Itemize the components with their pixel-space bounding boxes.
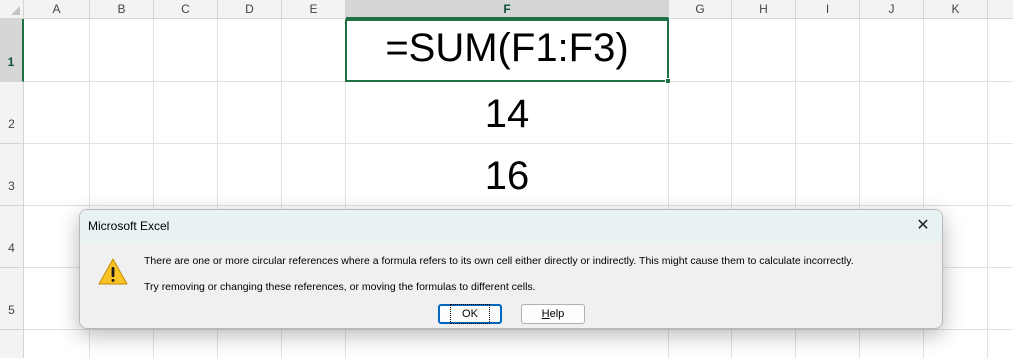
row-header-3[interactable]: 3: [0, 144, 24, 206]
row-header-2[interactable]: 2: [0, 82, 24, 144]
gridline: [24, 143, 1013, 144]
column-header-a[interactable]: A: [24, 0, 90, 19]
row-number: 1: [7, 55, 15, 69]
row-number: 4: [8, 241, 15, 255]
column-header-i[interactable]: I: [796, 0, 860, 19]
column-header-c[interactable]: C: [154, 0, 218, 19]
fill-handle[interactable]: [665, 78, 671, 84]
dialog-message-secondary: Try removing or changing these reference…: [144, 281, 536, 293]
row-number: 5: [8, 303, 15, 317]
cell-f3[interactable]: 16: [346, 154, 668, 199]
column-header-k[interactable]: K: [924, 0, 988, 19]
cell-f1[interactable]: =SUM(F1:F3): [346, 26, 668, 71]
gridline: [24, 329, 1013, 330]
dialog-titlebar[interactable]: Microsoft Excel ✕: [80, 210, 942, 242]
row-header-4[interactable]: 4: [0, 206, 24, 268]
cell-f2[interactable]: 14: [346, 92, 668, 137]
select-all-button[interactable]: [0, 0, 24, 19]
help-button-accesskey: H: [541, 308, 550, 320]
dialog-message-primary: There are one or more circular reference…: [144, 255, 854, 267]
row-header-6[interactable]: [0, 330, 24, 358]
column-header-h[interactable]: H: [732, 0, 796, 19]
column-header-j[interactable]: J: [860, 0, 924, 19]
column-header-g[interactable]: G: [669, 0, 732, 19]
column-header-e[interactable]: E: [282, 0, 346, 19]
row-number: 3: [8, 179, 15, 193]
gridline: [987, 19, 988, 358]
row-header-5[interactable]: 5: [0, 268, 24, 330]
column-header-b[interactable]: B: [90, 0, 154, 19]
row-header-1[interactable]: 1: [0, 19, 24, 82]
ok-button[interactable]: OK: [438, 304, 502, 324]
row-number: 2: [8, 117, 15, 131]
warning-icon: [98, 258, 128, 285]
help-button[interactable]: Help: [521, 304, 585, 324]
column-header-d[interactable]: D: [218, 0, 282, 19]
gridline: [24, 205, 1013, 206]
circular-reference-dialog: Microsoft Excel ✕ There are one or more …: [79, 209, 943, 329]
column-header-l[interactable]: [988, 0, 1013, 19]
help-button-label: elp: [549, 308, 565, 320]
close-icon[interactable]: ✕: [910, 214, 936, 238]
column-header-f[interactable]: F: [346, 0, 669, 19]
ok-button-label: OK: [450, 304, 490, 324]
dialog-title: Microsoft Excel: [88, 219, 170, 233]
